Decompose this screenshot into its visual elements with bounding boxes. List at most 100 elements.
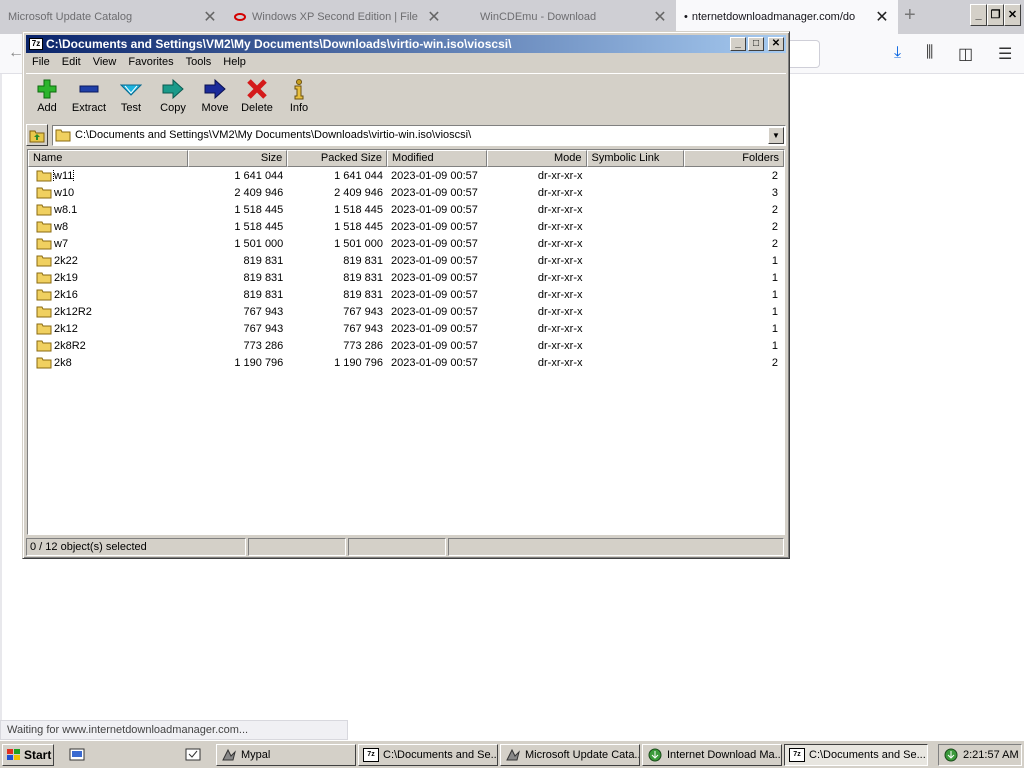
item-folders: 1	[771, 288, 778, 301]
list-item[interactable]: w8 1 518 445 1 518 445 2023-01-09 00:57 dr-x…	[28, 218, 784, 235]
list-item[interactable]: w7 1 501 000 1 501 000 2023-01-09 00:57 dr-x…	[28, 235, 784, 252]
item-mode: dr-xr-xr-x	[537, 322, 583, 335]
address-input[interactable]: C:\Documents and Settings\VM2\My Documen…	[75, 129, 768, 141]
column-header-packed-size[interactable]: Packed Size	[287, 150, 388, 167]
menu-tools[interactable]: Tools	[180, 56, 218, 68]
close-icon[interactable]: ✕	[426, 7, 442, 27]
menu-file[interactable]: File	[26, 56, 56, 68]
folder-up-icon	[29, 130, 45, 143]
item-name[interactable]: 2k16	[54, 289, 78, 301]
task-7zip-1[interactable]: 7z C:\Documents and Se...	[358, 744, 498, 766]
7zip-app-icon: 7z	[29, 38, 43, 50]
info-button[interactable]: Info	[278, 74, 320, 119]
column-header-name[interactable]: Name	[28, 150, 188, 167]
column-header-symbolic-link[interactable]: Symbolic Link	[586, 150, 685, 167]
library-icon[interactable]: ⫼	[926, 44, 933, 62]
browser-tab-windows-xp[interactable]: Windows XP Second Edition | File ✕	[226, 0, 450, 34]
title-bar[interactable]: 7z C:\Documents and Settings\VM2\My Docu…	[26, 35, 786, 53]
window-title: C:\Documents and Settings\VM2\My Documen…	[46, 37, 512, 51]
show-desktop-icon[interactable]	[68, 746, 86, 764]
extract-button[interactable]: Extract	[68, 74, 110, 119]
delete-button[interactable]: Delete	[236, 74, 278, 119]
minimize-button[interactable]: _	[970, 4, 987, 26]
item-size: 1 501 000	[234, 237, 284, 250]
close-icon[interactable]: ✕	[652, 7, 668, 27]
menu-favorites[interactable]: Favorites	[122, 56, 179, 68]
item-mode: dr-xr-xr-x	[537, 254, 583, 267]
list-item[interactable]: 2k12 767 943 767 943 2023-01-09 00:57 dr-xr-…	[28, 320, 784, 337]
item-packed-size: 819 831	[343, 271, 384, 284]
page-edge	[0, 74, 2, 720]
list-item[interactable]: w10 2 409 946 2 409 946 2023-01-09 00:57 dr-…	[28, 184, 784, 201]
idm-tray-icon[interactable]	[943, 748, 959, 762]
item-name[interactable]: w8.1	[54, 204, 77, 216]
close-button[interactable]: ✕	[768, 37, 784, 51]
item-name[interactable]: 2k8R2	[54, 340, 86, 352]
item-name[interactable]: w10	[54, 187, 74, 199]
item-name[interactable]: w8	[54, 221, 68, 233]
list-item[interactable]: 2k8 1 190 796 1 190 796 2023-01-09 00:57 dr-…	[28, 354, 784, 371]
maximize-button[interactable]: □	[748, 37, 764, 51]
item-folders: 1	[771, 271, 778, 284]
folder-up-button[interactable]	[26, 124, 48, 146]
item-name[interactable]: w7	[54, 238, 68, 250]
column-header-size[interactable]: Size	[187, 150, 288, 167]
column-header-mode[interactable]: Mode	[486, 150, 587, 167]
browser-tab-wincdemu[interactable]: WinCDEmu - Download ✕	[450, 0, 676, 34]
close-button[interactable]: ✕	[1004, 4, 1021, 26]
list-item[interactable]: w11 1 641 044 1 641 044 2023-01-09 00:57 dr-…	[28, 167, 784, 184]
task-update-catalog[interactable]: Microsoft Update Cata...	[500, 744, 640, 766]
column-header-modified[interactable]: Modified	[387, 150, 487, 167]
task-idm[interactable]: Internet Download Ma...	[642, 744, 782, 766]
item-name[interactable]: 2k12	[54, 323, 78, 335]
add-button[interactable]: Add	[26, 74, 68, 119]
item-name[interactable]: w11	[52, 169, 75, 182]
chevron-down-icon[interactable]: ▼	[768, 126, 784, 144]
minimize-button[interactable]: _	[730, 37, 746, 51]
item-name[interactable]: 2k12R2	[54, 306, 92, 318]
item-packed-size: 1 641 044	[334, 169, 384, 182]
file-list[interactable]: Name Size Packed Size Modified Mode Symb…	[27, 149, 785, 535]
list-item[interactable]: w8.1 1 518 445 1 518 445 2023-01-09 00:57 dr…	[28, 201, 784, 218]
close-icon[interactable]: ✕	[874, 7, 890, 27]
browser-tab-idm[interactable]: • nternetdownloadmanager.com/do ✕	[676, 0, 898, 34]
test-button[interactable]: Test	[110, 74, 152, 119]
menu-help[interactable]: Help	[217, 56, 252, 68]
url-bar[interactable]	[788, 40, 820, 68]
list-item[interactable]: 2k16 819 831 819 831 2023-01-09 00:57 dr-xr-…	[28, 286, 784, 303]
item-modified: 2023-01-09 00:57	[391, 237, 478, 250]
move-button[interactable]: Move	[194, 74, 236, 119]
browser-tab-update-catalog[interactable]: Microsoft Update Catalog ✕	[0, 0, 226, 34]
list-item[interactable]: 2k22 819 831 819 831 2023-01-09 00:57 dr-xr-…	[28, 252, 784, 269]
close-icon[interactable]: ✕	[202, 7, 218, 27]
list-item[interactable]: 2k12R2 767 943 767 943 2023-01-09 00:57 dr-x…	[28, 303, 784, 320]
menu-edit[interactable]: Edit	[56, 56, 87, 68]
address-combo[interactable]: C:\Documents and Settings\VM2\My Documen…	[52, 124, 786, 146]
task-mypal[interactable]: Mypal	[216, 744, 356, 766]
mypal-icon	[222, 748, 236, 761]
item-mode: dr-xr-xr-x	[537, 339, 583, 352]
start-button[interactable]: Start	[2, 744, 54, 766]
item-name[interactable]: 2k22	[54, 255, 78, 267]
task-7zip-2[interactable]: 7z C:\Documents and Se...	[784, 744, 928, 766]
hamburger-menu-icon[interactable]: ☰	[998, 44, 1012, 64]
list-item[interactable]: 2k8R2 773 286 773 286 2023-01-09 00:57 dr-xr…	[28, 337, 784, 354]
item-name[interactable]: 2k8	[54, 357, 72, 369]
quick-launch-icon[interactable]	[184, 746, 202, 764]
column-header-folders[interactable]: Folders	[684, 150, 784, 167]
clock[interactable]: 2:21:57 AM	[963, 749, 1019, 761]
item-mode: dr-xr-xr-x	[537, 237, 583, 250]
item-mode: dr-xr-xr-x	[537, 203, 583, 216]
7zip-window: 7z C:\Documents and Settings\VM2\My Docu…	[22, 31, 790, 559]
copy-button[interactable]: Copy	[152, 74, 194, 119]
7zip-icon: 7z	[363, 748, 379, 762]
folder-icon	[36, 272, 52, 283]
download-icon[interactable]: ⤓	[894, 44, 901, 62]
item-mode: dr-xr-xr-x	[537, 220, 583, 233]
sidebar-icon[interactable]: ◫	[958, 44, 973, 64]
new-tab-icon[interactable]: +	[904, 4, 916, 27]
menu-view[interactable]: View	[87, 56, 123, 68]
list-item[interactable]: 2k19 819 831 819 831 2023-01-09 00:57 dr-xr-…	[28, 269, 784, 286]
restore-button[interactable]: ❐	[987, 4, 1004, 26]
item-name[interactable]: 2k19	[54, 272, 78, 284]
